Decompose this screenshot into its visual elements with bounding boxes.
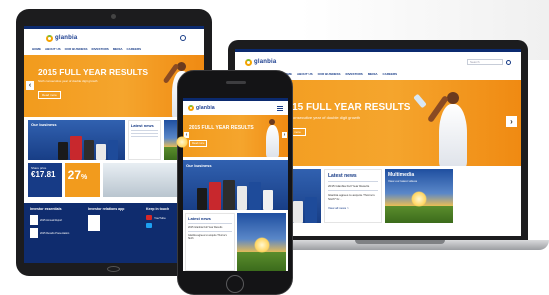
tablet-logo[interactable]: glanbia: [46, 34, 78, 42]
laptop-notch: [355, 240, 445, 244]
laptop-multimedia-tile[interactable]: Multimedia View our latest videos: [385, 169, 453, 223]
news-item[interactable]: Glanbia agrees to acquire Thorne's Sixth…: [328, 193, 378, 201]
logo-text: glanbia: [55, 35, 78, 41]
nav-about[interactable]: ABOUT US: [297, 72, 313, 76]
investor-item[interactable]: 2015 Annual Report: [40, 219, 62, 222]
athlete-figure: [413, 88, 485, 166]
nav-media[interactable]: MEDIA: [368, 72, 378, 76]
tablet-business-tile[interactable]: Our business: [28, 120, 125, 160]
business-title: Our business: [186, 163, 212, 168]
nav-investors[interactable]: INVESTORS: [92, 47, 109, 51]
hero-subtitle: Sixth consecutive year of double digit g…: [38, 79, 98, 83]
news-item[interactable]: Glanbia agrees to acquire Thorne's Sixth: [188, 234, 232, 240]
nav-careers[interactable]: CAREERS: [126, 47, 141, 51]
phone-news-tile[interactable]: Latest news 2015 Glanbia Full Year Resul…: [185, 213, 235, 271]
menu-icon[interactable]: [277, 105, 283, 111]
nav-careers[interactable]: CAREERS: [382, 72, 397, 76]
phone-home-button[interactable]: [226, 275, 244, 293]
hero-title: 2015 FULL YEAR RESULTS: [189, 125, 254, 131]
youtube-icon[interactable]: [146, 215, 152, 220]
tablet-nav: HOME ABOUT US OUR BUSINESS INVESTORS MED…: [24, 47, 204, 55]
business-title: Our business: [31, 122, 57, 127]
twitter-icon[interactable]: [146, 223, 152, 228]
logo-icon: [46, 34, 53, 42]
view-all-news-link[interactable]: View all news >: [328, 206, 378, 210]
hero-read-more-button[interactable]: Read more: [38, 91, 61, 99]
nav-business[interactable]: OUR BUSINESS: [318, 72, 341, 76]
phone-device: glanbia 2015 FULL YEAR RESULTS Read more: [177, 70, 293, 295]
hero-read-more-button[interactable]: Read more: [189, 140, 208, 147]
nav-media[interactable]: MEDIA: [113, 47, 123, 51]
stat-tile[interactable]: 27%: [64, 163, 101, 197]
laptop-logo[interactable]: glanbia: [245, 58, 277, 66]
investor-essentials-title: Investor essentials: [30, 207, 62, 211]
nav-about[interactable]: ABOUT US: [45, 47, 61, 51]
hero-subtitle: Sixth consecutive year of double digit g…: [281, 115, 361, 120]
tablet-camera: [111, 14, 116, 19]
phone-hero: 2015 FULL YEAR RESULTS Read more ‹ ›: [183, 115, 288, 157]
nav-business[interactable]: OUR BUSINESS: [65, 47, 88, 51]
devices-showcase: glanbia Search HOME ABOUT US OUR BUSINES…: [0, 0, 549, 295]
hero-title: 2015 FULL YEAR RESULTS: [281, 102, 411, 113]
stat-unit: %: [81, 174, 88, 181]
stat-value: 27: [67, 168, 81, 182]
news-title: Latest news: [328, 173, 357, 179]
nav-investors[interactable]: INVESTORS: [346, 72, 363, 76]
tablet-news-tile[interactable]: Latest news: [127, 120, 162, 160]
phone-business-tile[interactable]: Our business: [183, 160, 288, 210]
news-item[interactable]: 2015 Glanbia Full Year Results: [328, 184, 378, 188]
left-arrow-icon[interactable]: ‹: [26, 81, 34, 90]
phone-speaker: [226, 81, 246, 84]
search-icon[interactable]: [506, 59, 511, 65]
share-price-value: €17.81: [31, 170, 56, 179]
news-item[interactable]: 2015 Glanbia Full Year Results: [188, 226, 232, 229]
logo-icon: [245, 58, 252, 66]
logo-icon: [188, 105, 194, 111]
search-input[interactable]: Search: [467, 59, 503, 65]
hero-title: 2015 FULL YEAR RESULTS: [38, 67, 149, 77]
app-icon[interactable]: [88, 215, 100, 231]
right-arrow-icon[interactable]: ›: [506, 116, 517, 127]
multimedia-title: Multimedia: [388, 172, 415, 178]
multimedia-text: View our latest videos: [388, 179, 418, 183]
news-title: Latest news: [130, 123, 154, 128]
search-icon[interactable]: [180, 35, 186, 41]
news-title: Latest news: [188, 216, 211, 221]
tablet-home-button[interactable]: [107, 266, 120, 272]
phone-logo[interactable]: glanbia: [188, 105, 215, 111]
share-price-tile[interactable]: Share price €17.81: [28, 163, 62, 197]
right-arrow-icon[interactable]: ›: [282, 132, 287, 138]
logo-text: glanbia: [254, 59, 277, 65]
laptop-news-tile[interactable]: Latest news 2015 Glanbia Full Year Resul…: [324, 169, 382, 223]
youtube-label[interactable]: YouTube: [154, 216, 166, 220]
phone-media-tile[interactable]: [236, 213, 286, 271]
logo-text: glanbia: [196, 105, 215, 111]
phone-screen: glanbia 2015 FULL YEAR RESULTS Read more: [183, 98, 288, 271]
investor-item[interactable]: 2015 Results Presentation: [40, 232, 69, 235]
investor-app-title: Investor relations app: [88, 207, 125, 211]
nav-home[interactable]: HOME: [32, 47, 41, 51]
